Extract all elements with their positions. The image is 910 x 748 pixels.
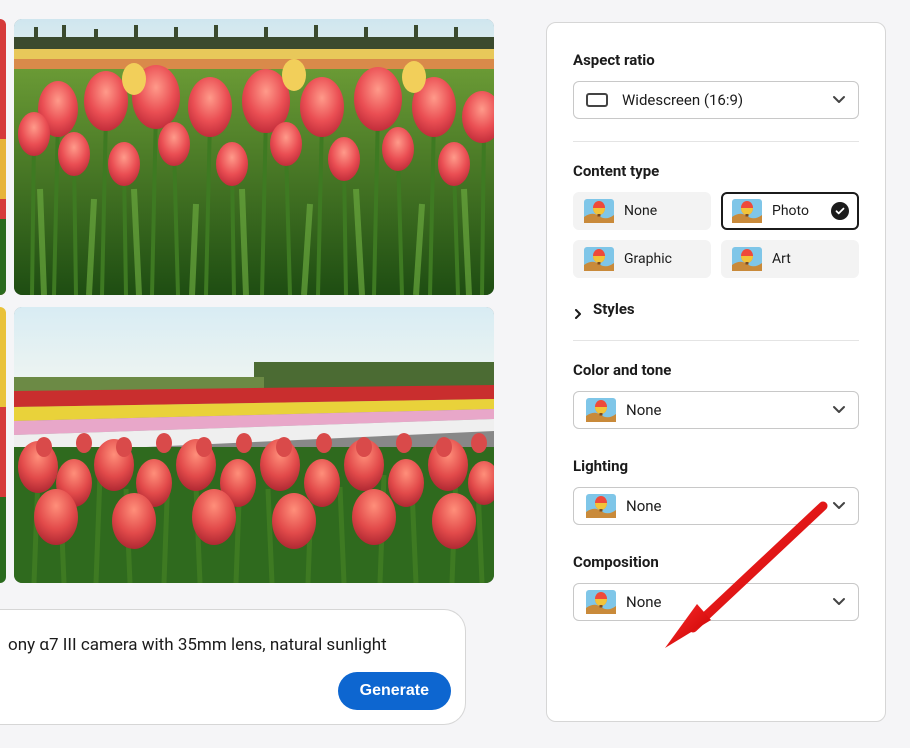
color-tone-value: None xyxy=(626,401,662,419)
divider xyxy=(573,141,859,142)
content-type-option-label: None xyxy=(624,203,657,219)
balloon-icon xyxy=(586,494,616,518)
aspect-ratio-select[interactable]: Widescreen (16:9) xyxy=(573,81,859,119)
widescreen-icon xyxy=(586,92,608,108)
content-type-graphic[interactable]: Graphic xyxy=(573,240,711,278)
balloon-icon xyxy=(584,199,614,223)
chevron-down-icon xyxy=(832,93,846,107)
prev-result-sliver xyxy=(0,307,6,583)
chevron-down-icon xyxy=(832,403,846,417)
aspect-ratio-value: Widescreen (16:9) xyxy=(622,91,743,109)
content-type-grid: None Photo Graphic Art xyxy=(573,192,859,278)
divider xyxy=(573,340,859,341)
content-type-option-label: Photo xyxy=(772,203,809,219)
settings-panel: Aspect ratio Widescreen (16:9) Content t… xyxy=(546,22,886,722)
content-type-photo[interactable]: Photo xyxy=(721,192,859,230)
generated-image[interactable] xyxy=(14,307,494,583)
content-type-label: Content type xyxy=(573,162,859,180)
lighting-label: Lighting xyxy=(573,457,859,475)
balloon-icon xyxy=(586,398,616,422)
styles-toggle[interactable]: Styles xyxy=(573,300,859,318)
balloon-icon xyxy=(586,590,616,614)
prompt-box: ony α7 III camera with 35mm lens, natura… xyxy=(0,609,466,725)
chevron-down-icon xyxy=(832,499,846,513)
generate-button[interactable]: Generate xyxy=(338,672,451,710)
aspect-ratio-label: Aspect ratio xyxy=(573,51,859,69)
color-tone-label: Color and tone xyxy=(573,361,859,379)
content-type-art[interactable]: Art xyxy=(721,240,859,278)
lighting-select[interactable]: None xyxy=(573,487,859,525)
balloon-icon xyxy=(732,199,762,223)
composition-value: None xyxy=(626,593,662,611)
composition-label: Composition xyxy=(573,553,859,571)
content-type-none[interactable]: None xyxy=(573,192,711,230)
composition-select[interactable]: None xyxy=(573,583,859,621)
generated-image[interactable] xyxy=(14,19,494,295)
prompt-input[interactable]: ony α7 III camera with 35mm lens, natura… xyxy=(0,634,465,656)
balloon-icon xyxy=(732,247,762,271)
styles-label: Styles xyxy=(593,300,635,318)
check-icon xyxy=(831,202,849,220)
chevron-right-icon xyxy=(573,304,583,314)
lighting-value: None xyxy=(626,497,662,515)
color-tone-select[interactable]: None xyxy=(573,391,859,429)
content-type-option-label: Art xyxy=(772,251,791,267)
chevron-down-icon xyxy=(832,595,846,609)
balloon-icon xyxy=(584,247,614,271)
content-type-option-label: Graphic xyxy=(624,251,672,267)
prev-result-sliver xyxy=(0,19,6,295)
